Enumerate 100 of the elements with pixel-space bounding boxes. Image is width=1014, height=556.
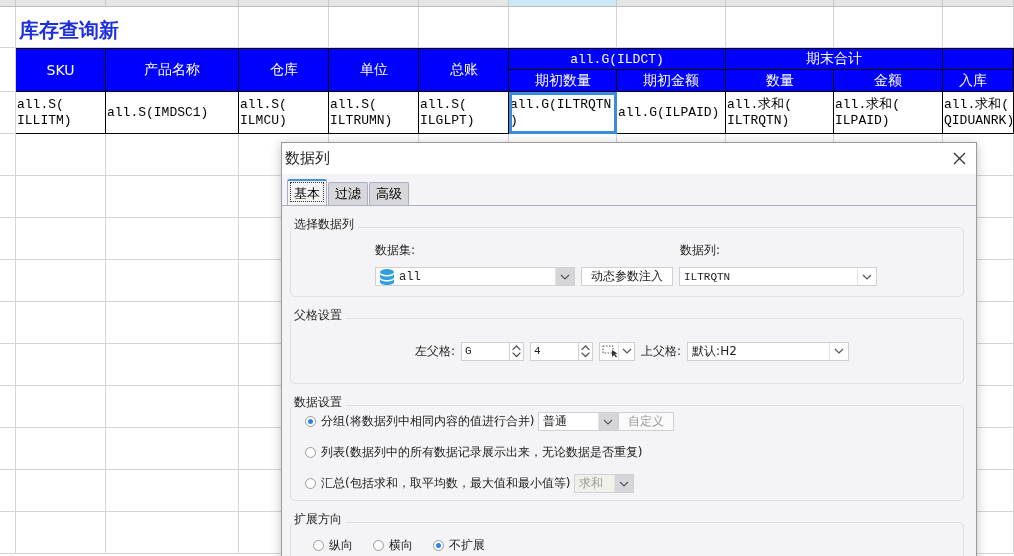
sheet-cell[interactable]: [0, 386, 16, 428]
chevron-down-icon: [621, 348, 632, 354]
field-label: 数据集:: [375, 242, 417, 259]
column-heading[interactable]: [0, 0, 16, 7]
radio-option[interactable]: 分组(将数据列中相同内容的值进行合并): [305, 413, 535, 430]
chevron-down-icon: [603, 418, 614, 425]
sheet-cell[interactable]: [0, 260, 16, 302]
sheet-cell[interactable]: [0, 428, 16, 470]
sheet-cell[interactable]: [106, 134, 239, 176]
chevron-up-icon[interactable]: [579, 342, 593, 351]
sheet-cell[interactable]: [16, 176, 106, 218]
cell-picker[interactable]: [599, 341, 636, 361]
section-title: 父格设置: [292, 307, 346, 324]
column-header: 仓库: [239, 48, 329, 92]
sheet-cell[interactable]: [106, 470, 239, 512]
sheet-cell[interactable]: [0, 92, 16, 134]
sheet-cell[interactable]: [0, 302, 16, 344]
sheet-cell[interactable]: [16, 428, 106, 470]
table-cell[interactable]: all.求和( ILTRQTN): [726, 92, 834, 134]
dialog-title: 数据列: [285, 149, 330, 168]
radio-option[interactable]: 不扩展: [433, 537, 485, 554]
column-heading[interactable]: [726, 0, 834, 7]
sheet-cell[interactable]: [16, 386, 106, 428]
group-header: 期末合计: [726, 48, 943, 70]
column-header: SKU: [16, 48, 106, 92]
sheet-cell[interactable]: [16, 344, 106, 386]
sheet-cell[interactable]: [106, 260, 239, 302]
sheet-cell[interactable]: [16, 470, 106, 512]
sheet-cell[interactable]: [0, 7, 16, 48]
group-header: all.G(ILDCT): [509, 48, 726, 70]
database-icon: [380, 268, 394, 285]
column-heading[interactable]: [106, 0, 239, 7]
table-cell[interactable]: all.G(ILTRQTN ): [509, 92, 617, 134]
spinner-field[interactable]: 4: [530, 341, 594, 361]
radio-button[interactable]: [305, 478, 316, 489]
sheet-cell[interactable]: [106, 344, 239, 386]
section-title: 数据设置: [292, 394, 346, 411]
column-heading[interactable]: [16, 0, 106, 7]
radio-option[interactable]: 纵向: [313, 537, 353, 554]
column-header: 产品名称: [106, 48, 239, 92]
sheet-cell[interactable]: [0, 344, 16, 386]
radio-button[interactable]: [313, 540, 324, 551]
column-header: 期初金额: [617, 70, 726, 92]
column-heading[interactable]: [617, 0, 726, 7]
sheet-cell[interactable]: [16, 218, 106, 260]
column-heading[interactable]: [943, 0, 1014, 7]
radio-button[interactable]: [305, 416, 316, 427]
sheet-cell[interactable]: [0, 134, 16, 176]
column-header: 总账: [419, 48, 509, 92]
table-cell[interactable]: all.G(ILPAID): [617, 92, 726, 134]
table-cell[interactable]: all.S( ILTRUMN): [329, 92, 419, 134]
column-heading[interactable]: [509, 0, 617, 7]
chevron-down-icon: [619, 480, 630, 487]
chevron-up-icon[interactable]: [510, 342, 524, 351]
chevron-down-icon: [862, 273, 872, 280]
column-dropdown[interactable]: ILTRQTN: [679, 267, 877, 286]
dataset-dropdown[interactable]: all: [375, 267, 575, 286]
sheet-cell[interactable]: [16, 302, 106, 344]
column-heading[interactable]: [329, 0, 419, 7]
sheet-cell[interactable]: [106, 218, 239, 260]
table-cell[interactable]: all.求和( ILPAID): [834, 92, 943, 134]
parent-dropdown[interactable]: 默认:H2: [687, 341, 850, 361]
radio-option[interactable]: 汇总(包括求和，取平均数，最大值和最小值等): [305, 475, 571, 492]
tab[interactable]: 过滤: [328, 182, 368, 205]
table-cell[interactable]: all.S(IMDSC1): [106, 92, 239, 134]
tab[interactable]: 高级: [369, 182, 409, 205]
sheet-cell[interactable]: [106, 428, 239, 470]
header-cell: [943, 48, 1014, 70]
table-cell[interactable]: all.S( ILGLPT): [419, 92, 509, 134]
sheet-cell[interactable]: [16, 134, 106, 176]
radio-button[interactable]: [433, 540, 444, 551]
table-cell[interactable]: all.S( ILLITM): [16, 92, 106, 134]
column-heading[interactable]: [239, 0, 329, 7]
sheet-cell[interactable]: [106, 302, 239, 344]
radio-button[interactable]: [373, 540, 384, 551]
sheet-cell[interactable]: [16, 260, 106, 302]
inject-button[interactable]: 动态参数注入: [581, 267, 673, 286]
table-cell[interactable]: all.S( ILMCU): [239, 92, 329, 134]
column-heading[interactable]: [834, 0, 943, 7]
radio-option[interactable]: 横向: [373, 537, 413, 554]
mode-dropdown[interactable]: 普通: [538, 412, 619, 431]
field-label: 上父格:: [641, 342, 682, 360]
sheet-cell[interactable]: [0, 176, 16, 218]
sheet-cell[interactable]: [106, 386, 239, 428]
sheet-cell[interactable]: [16, 512, 106, 554]
column-header: 金额: [834, 70, 943, 92]
section-title: 扩展方向: [292, 511, 346, 528]
radio-button[interactable]: [305, 447, 316, 458]
sheet-cell[interactable]: [0, 218, 16, 260]
sheet-cell[interactable]: [106, 512, 239, 554]
close-icon[interactable]: [953, 152, 966, 165]
sheet-cell[interactable]: [106, 176, 239, 218]
spinner-field[interactable]: G: [461, 341, 525, 361]
table-cell[interactable]: all.求和( QIDUANRK): [943, 92, 1014, 134]
column-header: 期初数量: [509, 70, 617, 92]
column-heading[interactable]: [419, 0, 509, 7]
radio-option[interactable]: 列表(数据列中的所有数据记录展示出来，无论数据是否重复): [305, 444, 643, 461]
sheet-cell[interactable]: [0, 512, 16, 554]
tab[interactable]: 基本: [287, 179, 327, 205]
sheet-cell[interactable]: [0, 470, 16, 512]
